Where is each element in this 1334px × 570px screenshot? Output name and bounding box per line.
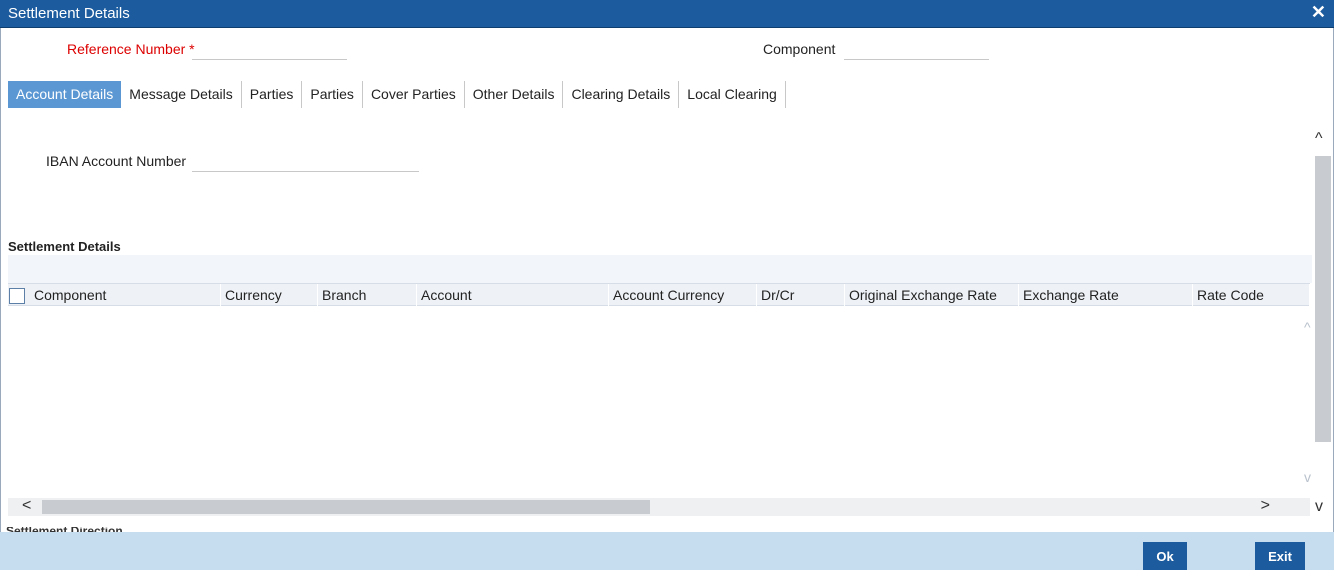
exit-button[interactable]: Exit <box>1255 542 1305 570</box>
reference-number-input[interactable] <box>192 38 347 60</box>
tab-local-clearing[interactable]: Local Clearing <box>679 81 786 108</box>
tab-cover-parties[interactable]: Cover Parties <box>363 81 465 108</box>
col-account-currency[interactable]: Account Currency <box>609 284 757 306</box>
reference-number-label-text: Reference Number <box>67 41 186 57</box>
window-titlebar: Settlement Details ✕ <box>0 0 1334 28</box>
page-chevron-up-icon[interactable]: ^ <box>1315 130 1323 148</box>
col-branch[interactable]: Branch <box>318 284 417 306</box>
grid-header-row: Component Currency Branch Account Accoun… <box>8 284 1310 306</box>
tab-bar: Account Details Message Details Parties … <box>8 81 786 108</box>
iban-account-number-input[interactable] <box>192 150 419 172</box>
chevron-right-icon[interactable]: > <box>1261 497 1270 515</box>
tab-parties[interactable]: Parties <box>242 81 303 108</box>
close-icon[interactable]: ✕ <box>1311 2 1326 23</box>
tab-parties-2[interactable]: Parties <box>302 81 363 108</box>
tab-clearing-details[interactable]: Clearing Details <box>563 81 680 108</box>
reference-number-label: Reference Number * <box>67 41 195 57</box>
chevron-down-icon[interactable]: v <box>1304 469 1311 485</box>
col-dr-cr[interactable]: Dr/Cr <box>757 284 845 306</box>
tab-message-details[interactable]: Message Details <box>121 81 242 108</box>
chevron-up-icon[interactable]: ^ <box>1304 319 1311 335</box>
page-vertical-scrollbar[interactable]: ^ v <box>1313 120 1333 520</box>
window-title: Settlement Details <box>8 5 130 22</box>
grid-toolbar <box>8 255 1312 283</box>
component-input[interactable] <box>844 38 989 60</box>
page-chevron-down-icon[interactable]: v <box>1315 498 1323 516</box>
col-currency[interactable]: Currency <box>221 284 318 306</box>
ok-button[interactable]: Ok <box>1143 542 1187 570</box>
tab-other-details[interactable]: Other Details <box>465 81 564 108</box>
col-component[interactable]: Component <box>30 284 221 306</box>
dialog-footer: Ok Exit <box>0 532 1334 570</box>
chevron-left-icon[interactable]: < <box>22 497 31 515</box>
iban-account-number-label: IBAN Account Number <box>46 153 187 169</box>
settlement-details-title: Settlement Details <box>8 239 121 254</box>
page-scroll-thumb[interactable] <box>1315 156 1331 442</box>
tab-account-details[interactable]: Account Details <box>8 81 122 108</box>
settlement-grid: Component Currency Branch Account Accoun… <box>8 283 1310 498</box>
col-exchange-rate[interactable]: Exchange Rate <box>1019 284 1193 306</box>
col-rate-code[interactable]: Rate Code <box>1193 284 1310 306</box>
select-all-checkbox[interactable] <box>9 288 25 304</box>
col-account[interactable]: Account <box>417 284 609 306</box>
grid-horizontal-scrollbar[interactable]: < > <box>8 497 1310 516</box>
col-original-exchange-rate[interactable]: Original Exchange Rate <box>845 284 1019 306</box>
component-label: Component <box>763 41 836 57</box>
horizontal-scroll-thumb[interactable] <box>42 500 650 514</box>
